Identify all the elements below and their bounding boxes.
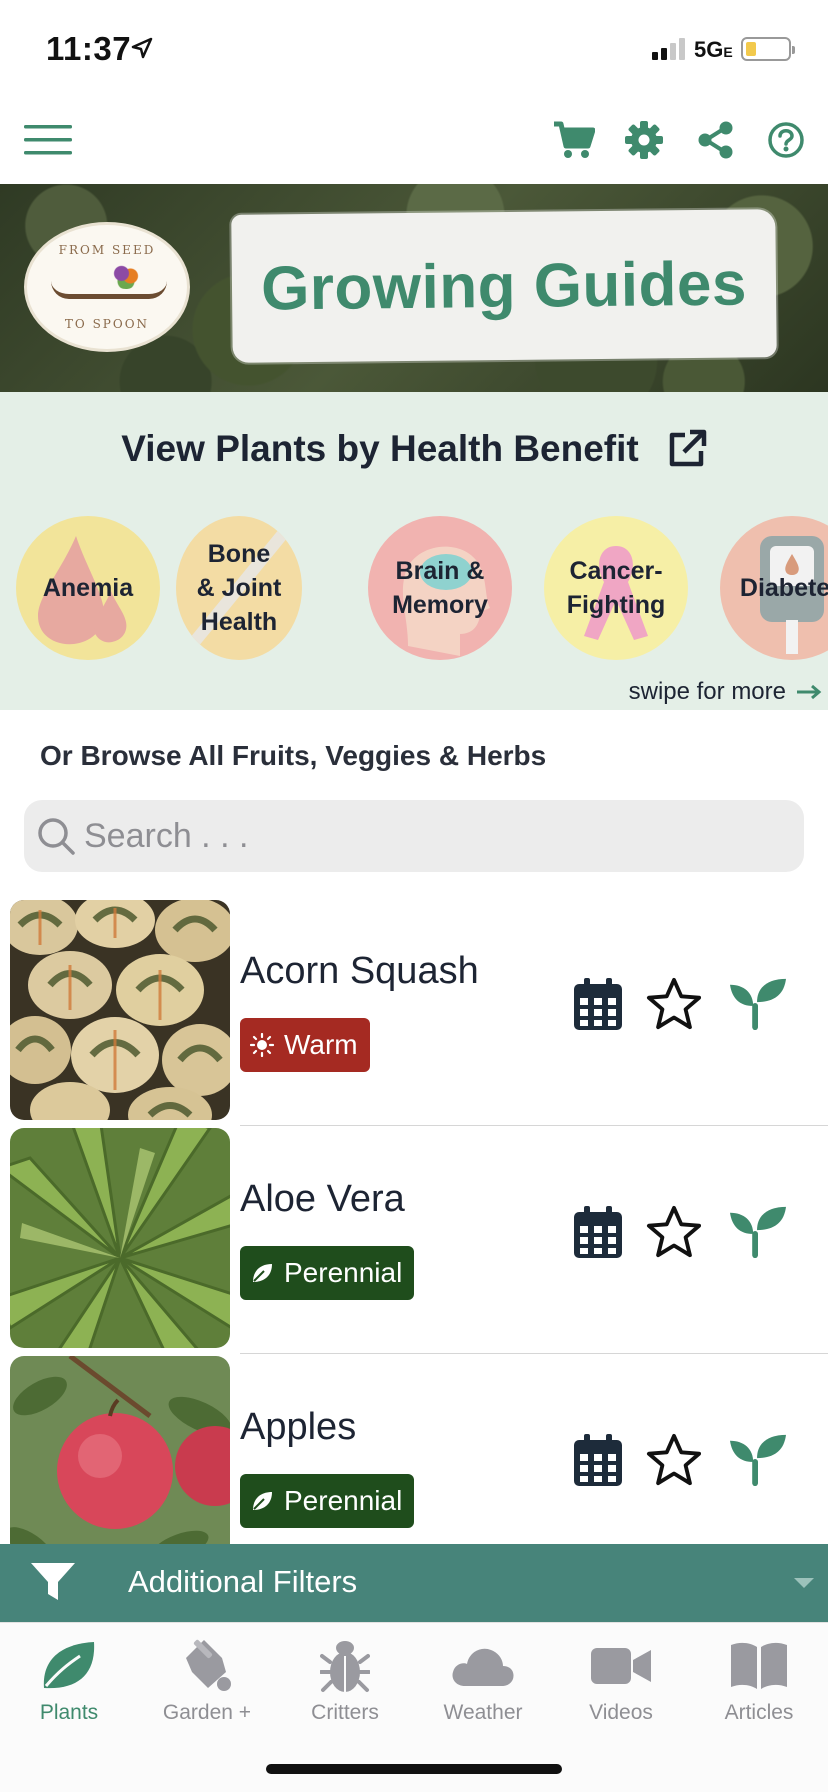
video-camera-icon <box>591 1648 651 1684</box>
climate-badge-warm: Warm <box>240 1018 370 1072</box>
favorite-button[interactable] <box>646 976 702 1032</box>
search-bar[interactable] <box>24 800 804 872</box>
star-outline-icon <box>646 1433 702 1486</box>
health-benefit-header[interactable]: View Plants by Health Benefit <box>0 428 828 470</box>
home-indicator <box>266 1764 562 1774</box>
tab-articles[interactable]: Articles <box>690 1623 828 1733</box>
signal-strength-icon <box>652 38 685 60</box>
app-toolbar <box>0 100 828 184</box>
swipe-hint: swipe for more <box>629 678 822 706</box>
add-to-garden-button[interactable] <box>730 976 786 1032</box>
from-seed-to-spoon-logo: FROM SEED TO SPOON <box>24 222 190 352</box>
add-to-garden-button[interactable] <box>730 1432 786 1488</box>
leaf-icon <box>253 1264 272 1282</box>
leaf-icon <box>43 1642 95 1689</box>
share-icon <box>698 121 733 159</box>
arrow-right-icon <box>797 684 822 700</box>
settings-button[interactable] <box>618 114 670 166</box>
sun-icon <box>250 1033 274 1057</box>
network-type: 5GE <box>694 37 733 62</box>
seedling-icon <box>730 978 786 1030</box>
plant-row-acorn-squash[interactable]: Acorn Squash Warm <box>0 898 828 1126</box>
battery-icon <box>741 37 795 61</box>
search-input[interactable] <box>84 816 724 856</box>
favorite-button[interactable] <box>646 1432 702 1488</box>
book-icon <box>731 1642 787 1689</box>
chevron-down-icon <box>794 1578 814 1588</box>
apples-photo <box>10 1356 230 1544</box>
tab-videos[interactable]: Videos <box>552 1623 690 1733</box>
health-benefit-title: View Plants by Health Benefit <box>121 428 639 469</box>
plant-name: Acorn Squash <box>240 950 479 992</box>
star-outline-icon <box>646 977 702 1030</box>
calendar-icon <box>574 1206 622 1258</box>
leaf-icon <box>253 1492 272 1510</box>
plant-name: Aloe Vera <box>240 1178 405 1220</box>
status-time: 11:37 <box>46 30 132 67</box>
status-bar: 11:37 5GE <box>0 0 828 100</box>
lifecycle-badge-perennial: Perennial <box>240 1246 415 1300</box>
tab-weather[interactable]: Weather <box>414 1623 552 1733</box>
location-arrow-icon <box>131 37 153 59</box>
plant-list[interactable]: Acorn Squash Warm Aloe Vera Perennial Ap… <box>0 898 828 1544</box>
benefit-brain-memory[interactable]: Brain & Memory <box>368 516 512 660</box>
browse-title: Or Browse All Fruits, Veggies & Herbs <box>40 740 547 771</box>
additional-filters-bar[interactable]: Additional Filters <box>0 1544 828 1622</box>
lifecycle-badge-perennial: Perennial <box>240 1474 415 1528</box>
tab-plants[interactable]: Plants <box>0 1623 138 1733</box>
help-icon <box>768 122 804 158</box>
tab-garden[interactable]: Garden + <box>138 1623 276 1733</box>
hero-banner: FROM SEED TO SPOON Growing Guides <box>0 184 828 392</box>
plant-row-apples[interactable]: Apples Perennial <box>0 1354 828 1544</box>
plant-name: Apples <box>240 1406 357 1448</box>
menu-icon <box>24 125 72 155</box>
cloud-icon <box>452 1648 514 1686</box>
acorn-squash-photo <box>10 900 230 1120</box>
menu-button[interactable] <box>22 114 74 166</box>
benefit-bone-joint-health[interactable]: Bone & Joint Health <box>176 516 302 660</box>
search-icon <box>38 818 75 855</box>
favorite-button[interactable] <box>646 1204 702 1260</box>
hero-title-banner: Growing Guides <box>231 209 777 363</box>
benefit-cancer-fighting[interactable]: Cancer- Fighting <box>544 516 688 660</box>
planting-calendar-button[interactable] <box>570 1432 626 1488</box>
plant-row-aloe-vera[interactable]: Aloe Vera Perennial <box>0 1126 828 1354</box>
gear-icon <box>625 121 663 159</box>
share-button[interactable] <box>690 114 742 166</box>
planting-calendar-button[interactable] <box>570 1204 626 1260</box>
additional-filters-label: Additional Filters <box>128 1564 358 1599</box>
seed-bag-icon <box>186 1639 231 1691</box>
cart-icon <box>554 121 595 158</box>
hero-title: Growing Guides <box>260 248 748 324</box>
external-link-icon[interactable] <box>667 429 707 469</box>
seedling-icon <box>730 1434 786 1486</box>
seedling-icon <box>730 1206 786 1258</box>
filter-funnel-icon <box>31 1563 75 1600</box>
planting-calendar-button[interactable] <box>570 976 626 1032</box>
calendar-icon <box>574 978 622 1030</box>
help-button[interactable] <box>760 114 812 166</box>
tab-critters[interactable]: Critters <box>276 1623 414 1733</box>
add-to-garden-button[interactable] <box>730 1204 786 1260</box>
bug-icon <box>320 1641 370 1692</box>
star-outline-icon <box>646 1205 702 1258</box>
health-benefit-carousel[interactable]: Anemia Bone & Joint Health Brain & Memor… <box>16 516 828 662</box>
calendar-icon <box>574 1434 622 1486</box>
health-benefit-section: View Plants by Health Benefit Anemia Bon… <box>0 392 828 710</box>
benefit-diabetes[interactable]: Diabetes <box>720 516 828 660</box>
benefit-anemia[interactable]: Anemia <box>16 516 160 660</box>
cart-button[interactable] <box>548 114 600 166</box>
aloe-vera-photo <box>10 1128 230 1348</box>
